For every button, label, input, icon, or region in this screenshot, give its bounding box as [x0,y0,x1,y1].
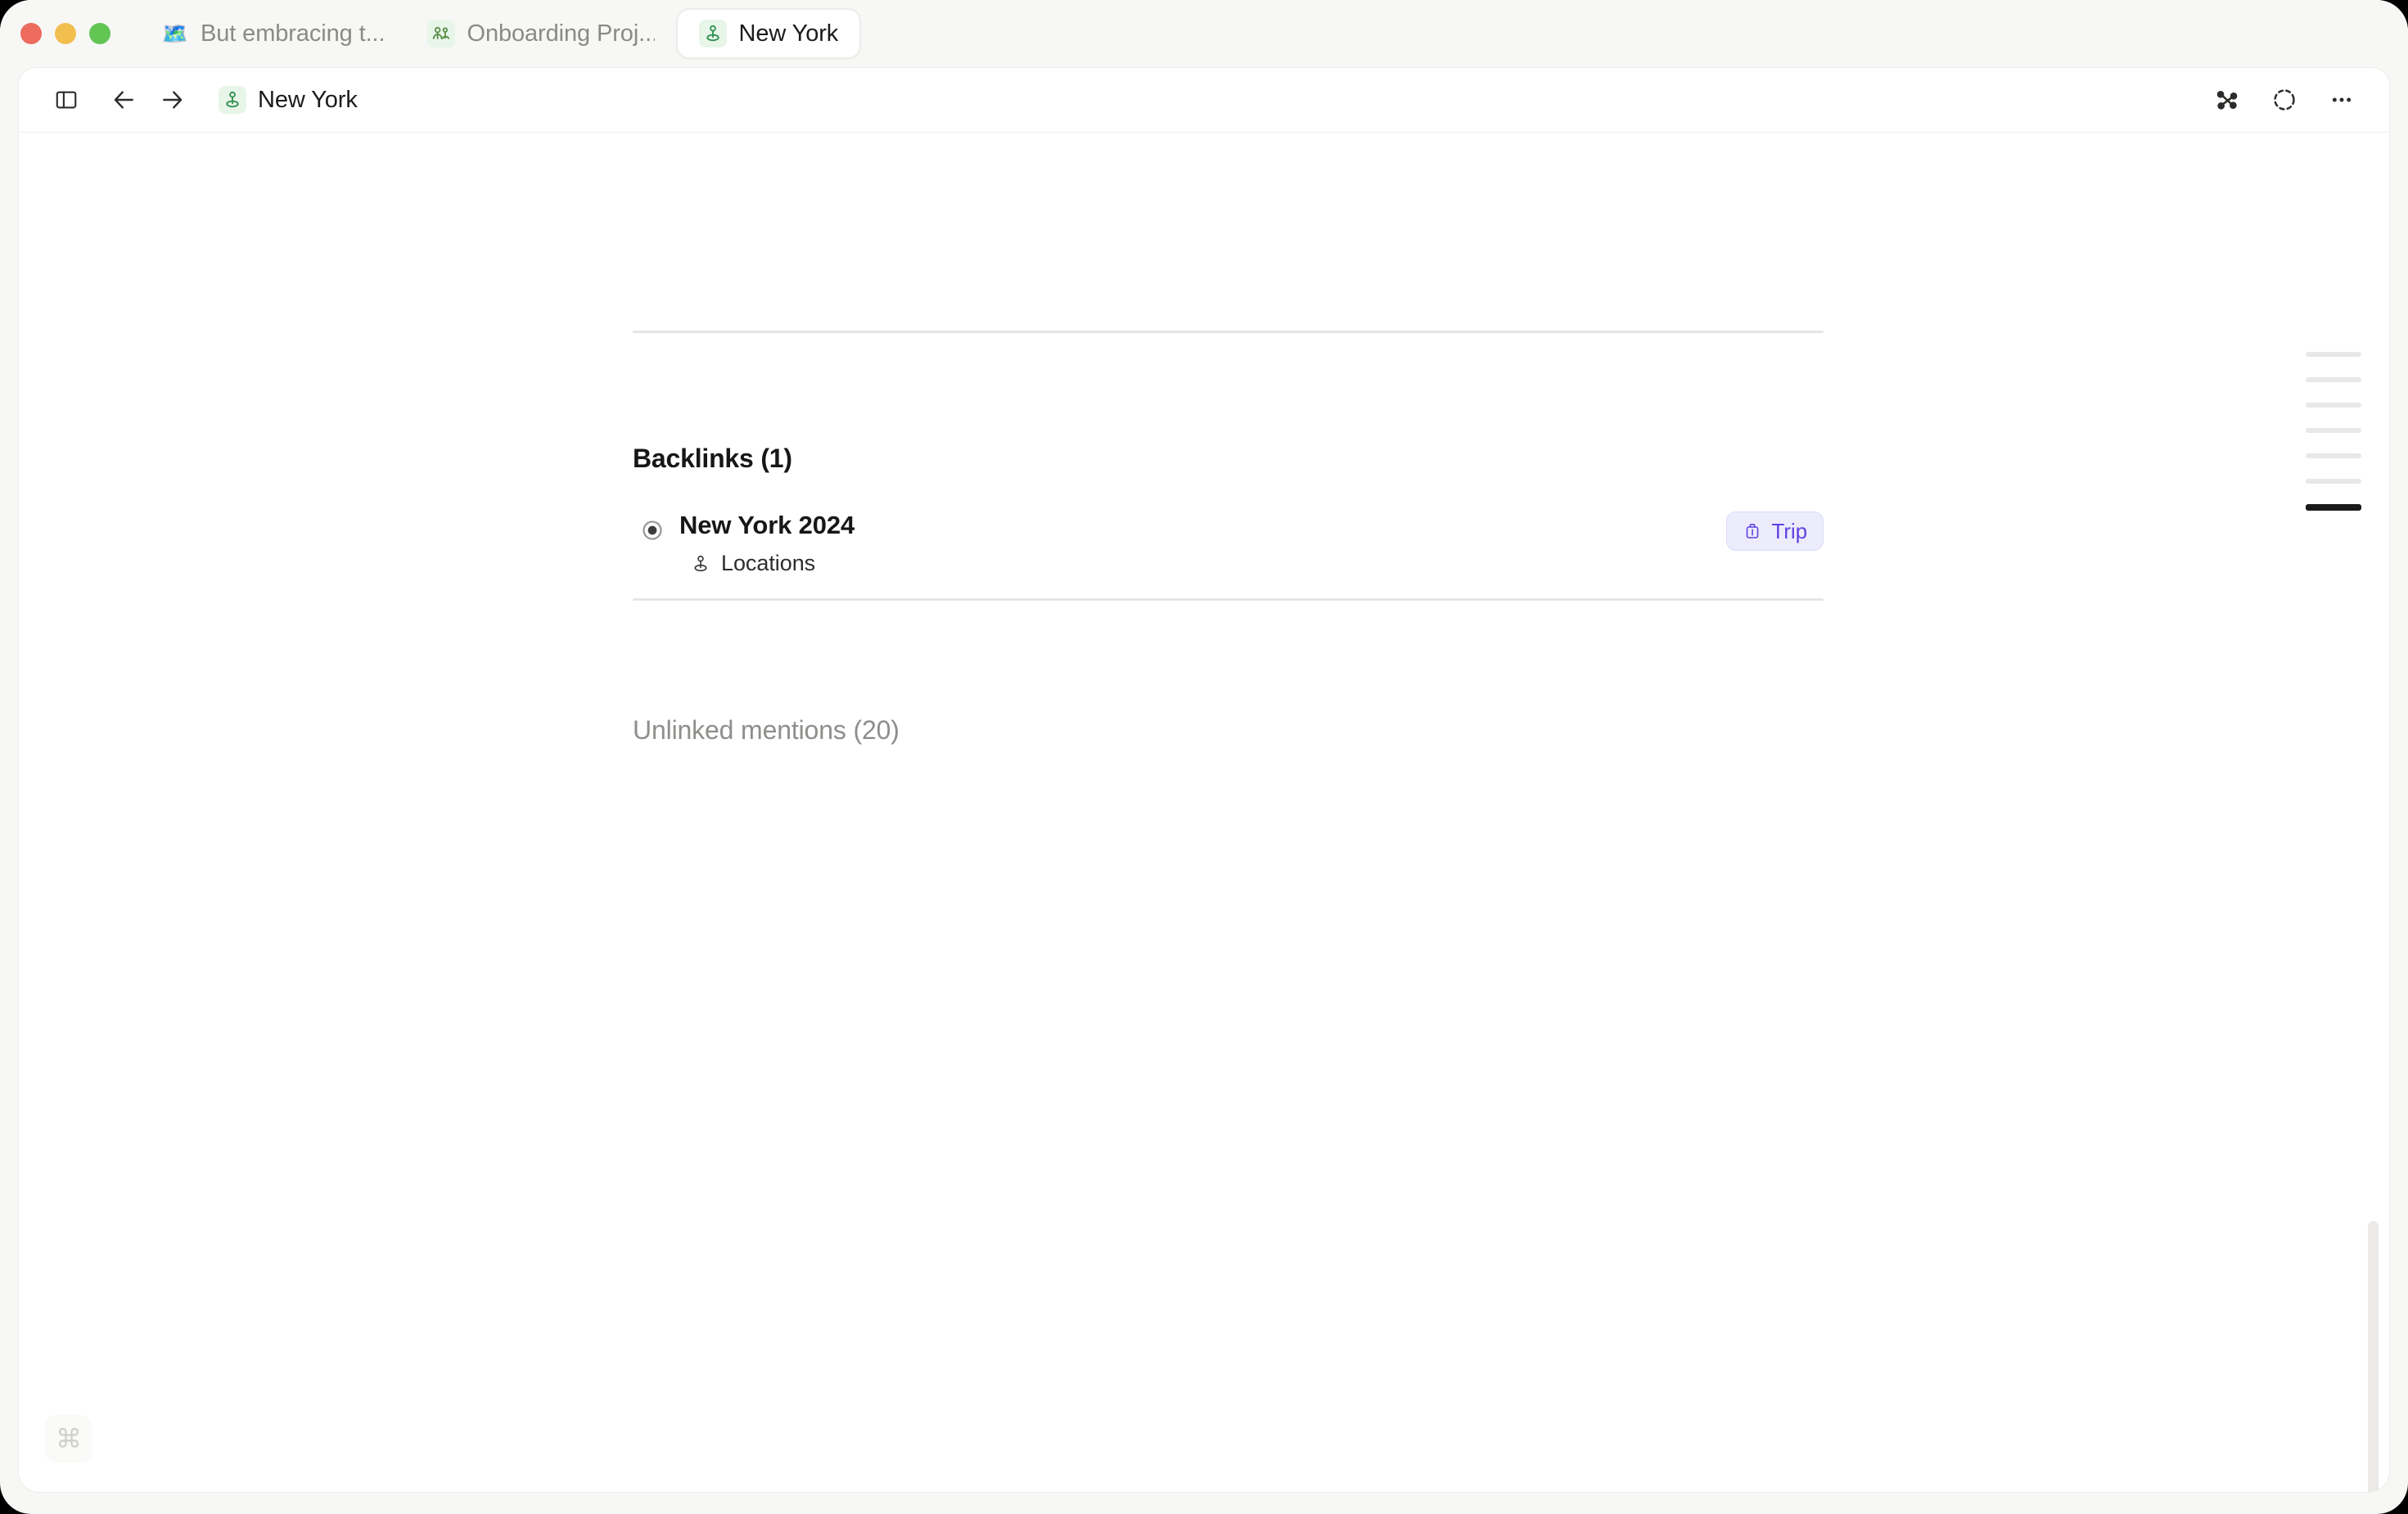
back-button[interactable] [101,77,147,123]
tab-onboarding-project[interactable]: Onboarding Proj... [406,8,676,59]
world-map-icon: 🗺️ [161,20,189,47]
status-badge-label: Trip [1771,519,1807,544]
backlink-title[interactable]: New York 2024 [679,511,855,540]
content-pane: New York [18,67,2390,1493]
screen: 🗺️ But embracing t... [0,0,2408,1514]
command-palette-button[interactable]: ⌘ [45,1415,92,1462]
traffic-lights [20,23,110,44]
backlink-property: Locations [690,551,815,576]
divider-above-backlinks [633,331,1824,333]
sidebar-toggle-icon [54,88,79,112]
app-window: 🗺️ But embracing t... [0,0,2408,1514]
tab-list: 🗺️ But embracing t... [140,8,861,59]
minimap-line-active[interactable] [2306,504,2361,511]
backlink-property-label: Locations [721,551,815,576]
ai-status-button[interactable] [2261,77,2307,123]
tab-new-york[interactable]: New York [676,8,861,59]
dashed-circle-icon [2271,87,2298,113]
vertical-scrollbar-thumb[interactable] [2368,1221,2379,1492]
page-title: New York [258,87,358,114]
graph-icon [2214,87,2240,113]
arrow-left-icon [110,87,137,113]
tab-bar: 🗺️ But embracing t... [0,0,2408,67]
unlinked-mentions-heading[interactable]: Unlinked mentions (20) [633,715,900,746]
command-key-icon: ⌘ [56,1426,82,1452]
graph-view-button[interactable] [2204,77,2250,123]
divider-below-backlinks [633,598,1824,601]
tab-but-embracing[interactable]: 🗺️ But embracing t... [140,8,406,59]
people-icon [427,20,455,47]
tab-label: New York [738,20,838,47]
minimap-line[interactable] [2306,403,2361,408]
outline-minimap[interactable] [2306,352,2361,511]
toolbar-left-group: New York [43,77,358,123]
minimap-line[interactable] [2306,352,2361,357]
toolbar: New York [19,68,2389,133]
ellipsis-icon [2329,87,2355,113]
minimap-line[interactable] [2306,377,2361,382]
map-pin-icon [690,553,711,575]
forward-button[interactable] [150,77,196,123]
more-options-button[interactable] [2319,77,2365,123]
suitcase-icon [1743,521,1762,541]
map-pin-icon [219,86,246,114]
minimap-line[interactable] [2306,428,2361,433]
arrow-right-icon [160,87,186,113]
document-body: Backlinks (1) New York 2024 [19,133,2389,1492]
backlink-item[interactable]: New York 2024 Locations [633,514,1824,584]
toolbar-right-group [2204,77,2365,123]
sidebar-toggle-button[interactable] [43,77,89,123]
record-bullet-icon [641,519,664,542]
map-pin-icon [699,20,727,47]
backlinks-heading: Backlinks (1) [633,444,792,474]
status-badge[interactable]: Trip [1726,511,1824,551]
zoom-window-button[interactable] [89,23,110,44]
breadcrumb[interactable]: New York [219,86,358,114]
minimap-line[interactable] [2306,453,2361,458]
minimize-window-button[interactable] [55,23,76,44]
minimap-line[interactable] [2306,479,2361,484]
tab-label: Onboarding Proj... [467,20,655,47]
close-window-button[interactable] [20,23,42,44]
tab-label: But embracing t... [201,20,385,47]
